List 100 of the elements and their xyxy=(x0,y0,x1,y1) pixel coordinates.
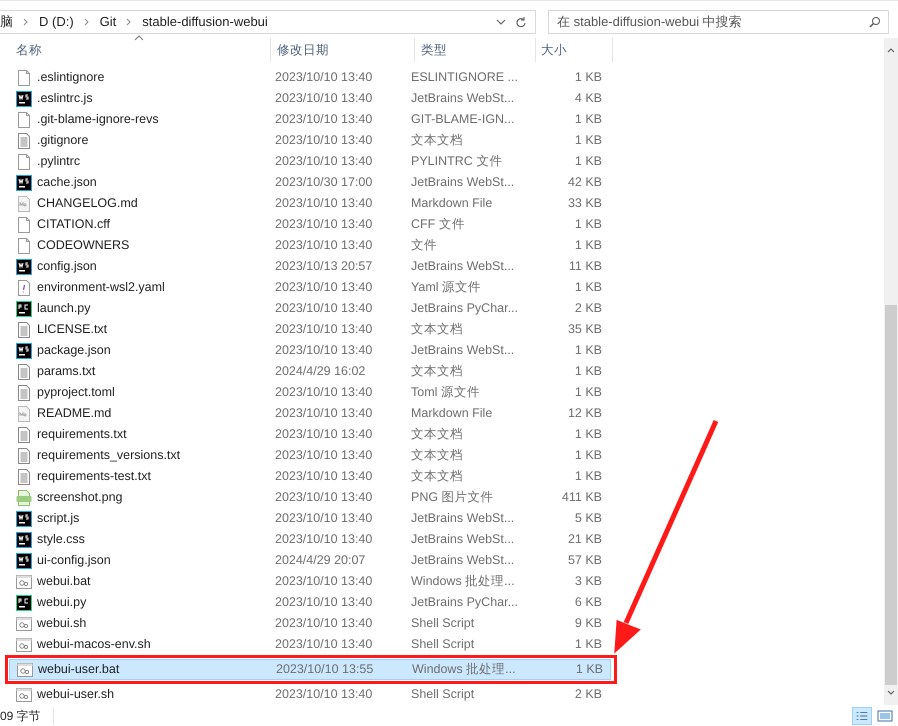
file-row[interactable]: style.css 2023/10/10 13:40 JetBrains WebSt... 21 KB xyxy=(8,529,610,550)
file-size: 1 KB xyxy=(574,636,602,654)
scroll-down-icon[interactable] xyxy=(887,689,895,697)
file-name: webui.py xyxy=(37,594,86,612)
breadcrumb-item[interactable]: Git xyxy=(100,12,116,32)
file-row[interactable]: webui-user.bat 2023/10/10 13:55 Windows 批处理... 1 KB xyxy=(9,659,611,680)
scrollbar[interactable] xyxy=(884,38,898,705)
address-bar[interactable]: 脑 D (D:) Git stable-diffusion-webui xyxy=(0,10,536,34)
webstorm-icon xyxy=(16,258,32,274)
text-file-icon xyxy=(16,322,32,338)
file-type: ESLINTIGNORE ... xyxy=(410,69,519,86)
text-file-icon xyxy=(16,364,32,380)
file-name: environment-wsl2.yaml xyxy=(37,279,165,296)
file-type: PYLINTRC 文件 xyxy=(410,153,504,170)
file-size: 35 KB xyxy=(566,321,602,338)
modified-date: 2023/10/10 13:40 xyxy=(274,195,374,212)
file-type: Windows 批处理... xyxy=(410,573,516,590)
file-row[interactable]: .eslintignore 2023/10/10 13:40 ESLINTIGNORE ... 1 KB xyxy=(8,67,610,88)
chevron-icon xyxy=(84,18,90,26)
column-header[interactable]: 类型 xyxy=(414,38,535,62)
modified-date: 2023/10/10 13:40 xyxy=(274,510,374,528)
file-type: JetBrains WebSt... xyxy=(410,342,516,360)
file-type: 文本文档 xyxy=(410,447,464,464)
file-name: requirements-test.txt xyxy=(37,468,151,486)
file-size: 1 KB xyxy=(574,111,602,128)
refresh-icon[interactable] xyxy=(515,16,527,28)
file-row[interactable]: cache.json 2023/10/30 17:00 JetBrains WebSt... 42 KB xyxy=(8,172,610,193)
file-size: 1 KB xyxy=(574,426,602,444)
file-row[interactable]: .git-blame-ignore-revs 2023/10/10 13:40 GIT-BLAME-IGN... 1 KB xyxy=(8,109,610,130)
webstorm-icon xyxy=(16,510,32,526)
file-row[interactable]: CHANGELOG.md 2023/10/10 13:40 Markdown File 33 KB xyxy=(8,193,610,214)
file-size: 1 KB xyxy=(574,69,602,86)
modified-date: 2023/10/10 13:40 xyxy=(274,342,374,360)
file-row[interactable]: launch.py 2023/10/10 13:40 JetBrains PyChar... 2 KB xyxy=(8,298,610,319)
file-row[interactable]: LICENSE.txt 2023/10/10 13:40 文本文档 35 KB xyxy=(8,319,610,340)
text-file-icon xyxy=(16,448,32,464)
file-type: Shell Script xyxy=(410,686,476,704)
breadcrumb-item[interactable]: D (D:) xyxy=(39,12,74,32)
file-row[interactable]: .pylintrc 2023/10/10 13:40 PYLINTRC 文件 1 KB xyxy=(8,151,610,172)
file-name: LICENSE.txt xyxy=(37,321,108,338)
file-row[interactable]: webui.py 2023/10/10 13:40 JetBrains PyChar... 6 KB xyxy=(8,592,610,613)
file-size: 9 KB xyxy=(574,615,602,632)
thumbnail-view-icon[interactable] xyxy=(876,708,894,724)
file-size: 33 KB xyxy=(566,195,602,212)
file-row[interactable]: .gitignore 2023/10/10 13:40 文本文档 1 KB xyxy=(8,130,610,151)
file-size: 1 KB xyxy=(574,447,602,464)
file-row[interactable]: package.json 2023/10/10 13:40 JetBrains WebSt... 1 KB xyxy=(8,340,610,361)
pycharm-icon xyxy=(16,594,32,610)
file-row[interactable]: requirements_versions.txt 2023/10/10 13:40 文本文档 1 KB xyxy=(8,445,610,466)
modified-date: 2023/10/10 13:40 xyxy=(274,615,374,632)
file-row[interactable]: ui-config.json 2024/4/29 20:07 JetBrains WebSt... 57 KB xyxy=(8,550,610,571)
file-row[interactable]: params.txt 2024/4/29 16:02 文本文档 1 KB xyxy=(8,361,610,382)
modified-date: 2023/10/10 13:40 xyxy=(274,300,374,318)
column-header[interactable]: 大小 xyxy=(535,38,613,62)
file-name: style.css xyxy=(37,531,85,548)
modified-date: 2023/10/10 13:40 xyxy=(274,594,374,612)
file-row[interactable]: pyproject.toml 2023/10/10 13:40 Toml 源文件 1 KB xyxy=(8,382,610,403)
file-type: 文本文档 xyxy=(410,321,464,338)
file-type: JetBrains PyChar... xyxy=(410,594,519,612)
search-icon xyxy=(869,16,881,28)
file-row[interactable]: environment-wsl2.yaml 2023/10/10 13:40 Yaml 源文件 1 KB xyxy=(8,277,610,298)
file-type: 文本文档 xyxy=(410,426,464,444)
file-name: CHANGELOG.md xyxy=(37,195,138,212)
script-file-icon xyxy=(17,662,33,678)
file-row[interactable]: CODEOWNERS 2023/10/10 13:40 文件 1 KB xyxy=(8,235,610,256)
file-name: webui.bat xyxy=(37,573,91,590)
file-row[interactable]: README.md 2023/10/10 13:40 Markdown File 12 KB xyxy=(8,403,610,424)
file-row[interactable]: webui-macos-env.sh 2023/10/10 13:40 Shell Script 1 KB xyxy=(8,634,610,655)
file-row[interactable]: config.json 2023/10/13 20:57 JetBrains WebSt... 11 KB xyxy=(8,256,610,277)
file-row[interactable]: script.js 2023/10/10 13:40 JetBrains WebSt... 5 KB xyxy=(8,508,610,529)
script-file-icon xyxy=(16,616,32,632)
file-size: 1 KB xyxy=(574,216,602,234)
file-row[interactable]: webui-user.sh 2023/10/10 13:40 Shell Script 2 KB xyxy=(8,684,610,705)
file-row[interactable]: webui.bat 2023/10/10 13:40 Windows 批处理... 3 KB xyxy=(8,571,610,592)
breadcrumb-item[interactable]: 脑 xyxy=(0,12,13,32)
file-type: Shell Script xyxy=(410,615,476,632)
markdown-file-icon xyxy=(16,196,32,212)
file-size: 1 KB xyxy=(574,342,602,360)
file-row[interactable]: CITATION.cff 2023/10/10 13:40 CFF 文件 1 KB xyxy=(8,214,610,235)
file-size: 1 KB xyxy=(574,279,602,296)
modified-date: 2024/4/29 16:02 xyxy=(274,363,366,380)
search-field[interactable]: 在 stable-diffusion-webui 中搜索 xyxy=(548,10,889,34)
file-size: 2 KB xyxy=(574,686,602,704)
file-row[interactable]: screenshot.png 2023/10/10 13:40 PNG 图片文件 411 KB xyxy=(8,487,610,508)
file-name: pyproject.toml xyxy=(37,384,115,402)
file-row[interactable]: .eslintrc.js 2023/10/10 13:40 JetBrains WebSt... 4 KB xyxy=(8,88,610,109)
scroll-thumb[interactable] xyxy=(885,305,897,685)
modified-date: 2023/10/10 13:40 xyxy=(274,69,374,86)
breadcrumb-item[interactable]: stable-diffusion-webui xyxy=(142,12,268,32)
file-row[interactable]: requirements.txt 2023/10/10 13:40 文本文档 1 KB xyxy=(8,424,610,445)
column-header[interactable]: 修改日期 xyxy=(270,38,414,62)
details-view-icon[interactable] xyxy=(852,706,872,724)
file-row[interactable]: webui.sh 2023/10/10 13:40 Shell Script 9 KB xyxy=(8,613,610,634)
file-name: .git-blame-ignore-revs xyxy=(37,111,159,128)
file-row[interactable]: requirements-test.txt 2023/10/10 13:40 文本文档 1 KB xyxy=(8,466,610,487)
file-size: 6 KB xyxy=(574,594,602,612)
column-header[interactable]: 名称 xyxy=(0,38,270,62)
file-type: JetBrains WebSt... xyxy=(410,90,516,108)
yaml-file-icon xyxy=(16,280,32,296)
scroll-up-icon[interactable] xyxy=(887,46,895,54)
